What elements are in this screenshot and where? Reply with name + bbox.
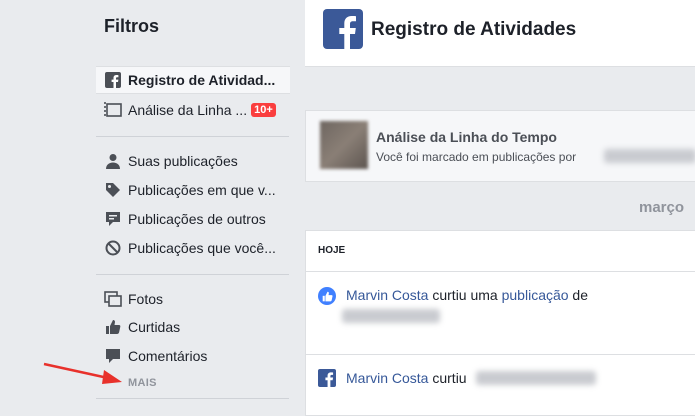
- person-icon: [104, 152, 122, 170]
- sidebar-item-label: Registro de Atividad...: [128, 72, 276, 88]
- filters-sidebar: Filtros Registro de Atividad... Análise …: [0, 0, 305, 413]
- tag-icon: [104, 181, 122, 199]
- sidebar-item-label: Suas publicações: [128, 153, 238, 169]
- avatar: [320, 121, 368, 169]
- thumbs-up-icon: [104, 318, 122, 336]
- redacted-name: [342, 309, 440, 323]
- sidebar-item-label: Publicações em que v...: [128, 182, 276, 198]
- notification-badge: 10+: [251, 103, 276, 117]
- sidebar-item-comments[interactable]: Comentários: [96, 343, 290, 369]
- like-icon: [318, 287, 336, 305]
- sidebar-item-your-posts[interactable]: Suas publicações: [96, 148, 290, 174]
- activity-section: Marvin Costa curtiu: [305, 354, 695, 416]
- main-content: Registro de Atividades Análise da Linha …: [305, 0, 695, 416]
- sidebar-item-likes[interactable]: Curtidas: [96, 314, 290, 340]
- sidebar-item-others-posts[interactable]: Publicações de outros: [96, 206, 290, 232]
- post-icon: [104, 210, 122, 228]
- sidebar-item-activity-log[interactable]: Registro de Atividad...: [96, 66, 290, 94]
- redacted-name: [476, 371, 596, 385]
- redacted-name: [604, 149, 695, 163]
- today-section: HOJE Marvin Costa curtiu uma publicação …: [305, 230, 695, 356]
- actor-link[interactable]: Marvin Costa: [346, 370, 428, 386]
- activity-item: Marvin Costa curtiu: [346, 370, 467, 386]
- actor-link[interactable]: Marvin Costa: [346, 287, 428, 303]
- facebook-icon: [104, 71, 122, 89]
- divider: [306, 271, 695, 272]
- sidebar-item-label: Análise da Linha ...: [128, 102, 248, 118]
- month-label: março: [639, 199, 685, 216]
- facebook-logo-icon: [323, 9, 363, 49]
- review-card-title: Análise da Linha do Tempo: [376, 129, 557, 145]
- sidebar-item-label: Publicações que você...: [128, 240, 276, 256]
- post-link[interactable]: publicação: [502, 287, 569, 303]
- sidebar-item-label: Fotos: [128, 291, 164, 307]
- sidebar-item-tagged-posts[interactable]: Publicações em que v...: [96, 177, 290, 203]
- divider: [96, 398, 289, 399]
- filters-title: Filtros: [104, 16, 160, 36]
- divider: [96, 274, 289, 275]
- sidebar-item-photos[interactable]: Fotos: [96, 286, 290, 312]
- activity-item: Marvin Costa curtiu uma publicação de: [346, 287, 589, 303]
- review-card-subtitle: Você foi marcado em publicações por: [376, 150, 577, 164]
- sidebar-item-timeline-review[interactable]: Análise da Linha ... 10+: [96, 97, 290, 123]
- sidebar-item-label: Curtidas: [128, 319, 181, 335]
- section-label: HOJE: [318, 245, 346, 256]
- sidebar-item-label: Comentários: [128, 348, 208, 364]
- facebook-icon: [318, 369, 336, 387]
- timeline-review-icon: [104, 101, 122, 119]
- divider: [96, 136, 289, 137]
- annotation-arrow-icon: [43, 362, 122, 384]
- more-link[interactable]: MAIS: [128, 377, 157, 389]
- sidebar-item-label: Publicações de outros: [128, 211, 266, 227]
- block-icon: [104, 239, 122, 257]
- sidebar-item-hidden-posts[interactable]: Publicações que você...: [96, 235, 290, 261]
- photos-icon: [104, 290, 122, 308]
- page-title: Registro de Atividades: [371, 19, 577, 40]
- page-header: Registro de Atividades: [305, 0, 695, 67]
- timeline-review-card[interactable]: Análise da Linha do Tempo Você foi marca…: [305, 110, 695, 182]
